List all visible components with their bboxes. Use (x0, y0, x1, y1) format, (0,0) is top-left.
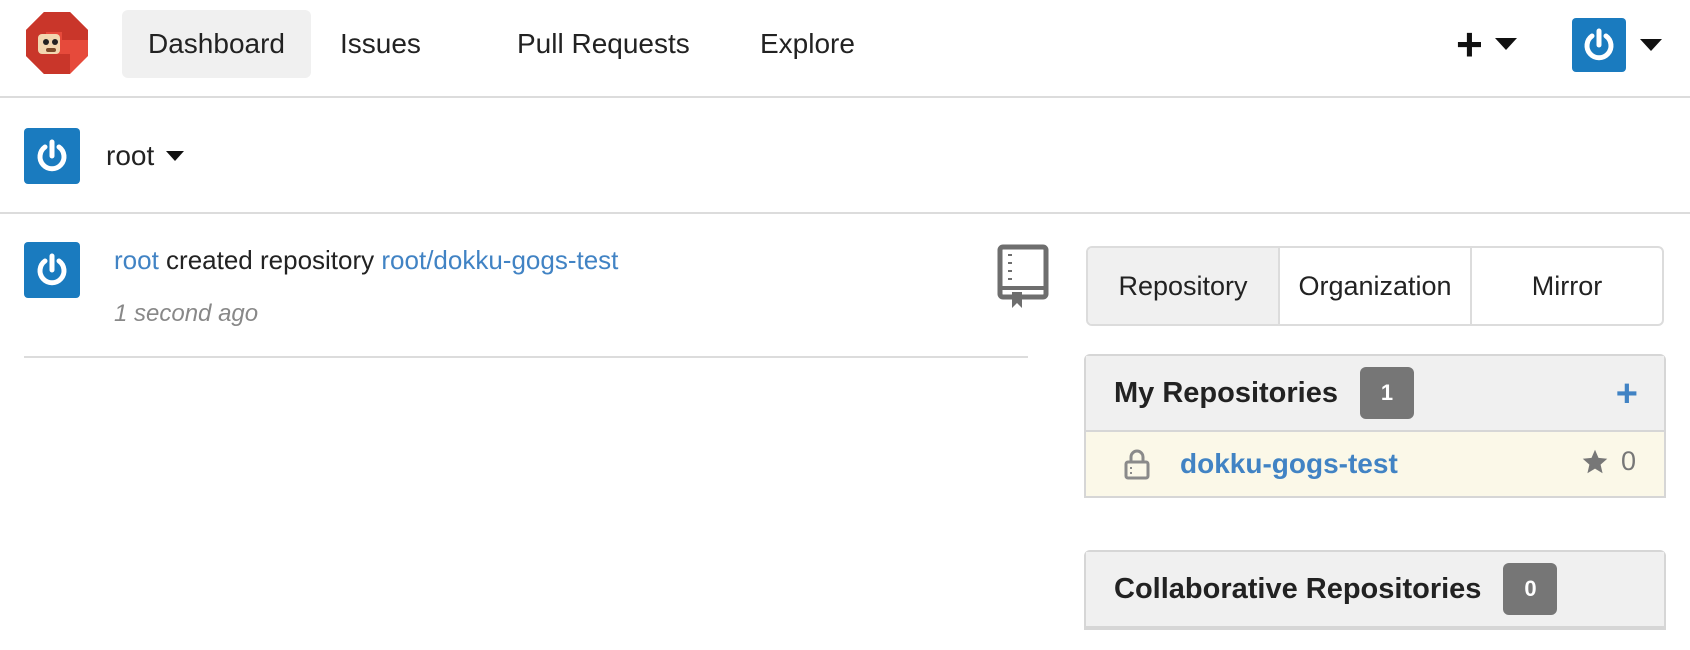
tab-organization[interactable]: Organization (1278, 248, 1470, 324)
panel-header: Collaborative Repositories 0 (1086, 552, 1664, 628)
repo-name-link[interactable]: dokku-gogs-test (1180, 448, 1398, 480)
context-switcher-dropdown[interactable]: root (106, 134, 185, 178)
gogs-logo-icon[interactable] (24, 10, 90, 76)
context-username: root (106, 140, 155, 171)
repo-star-count: 0 (1620, 446, 1636, 476)
nav-explore[interactable]: Explore (734, 10, 881, 78)
feed-actor-link[interactable]: root (114, 245, 159, 275)
feed-item: root created repository root/dokku-gogs-… (24, 240, 1049, 358)
star-icon (1582, 449, 1608, 473)
nav-dashboard[interactable]: Dashboard (122, 10, 311, 78)
nav-issues[interactable]: Issues (314, 10, 447, 78)
add-repository-icon[interactable]: + (1616, 374, 1638, 414)
repo-stars: 0 (1581, 446, 1636, 477)
feed-avatar-icon[interactable] (24, 242, 80, 298)
my-repositories-panel: My Repositories 1 + dokku-gogs-test 0 (1084, 354, 1666, 498)
context-avatar-icon (24, 128, 80, 184)
user-avatar-icon (1572, 18, 1626, 72)
feed-target-link[interactable]: root/dokku-gogs-test (381, 245, 618, 275)
panel-title: My Repositories (1114, 376, 1338, 409)
feed-title: root created repository root/dokku-gogs-… (114, 242, 618, 278)
panel-header: My Repositories 1 + (1086, 356, 1664, 432)
feed-action-text: created repository (166, 245, 375, 275)
panel-title: Collaborative Repositories (1114, 572, 1482, 605)
repo-book-icon (996, 244, 1050, 310)
caret-down-icon (1640, 39, 1662, 51)
repo-list-item[interactable]: dokku-gogs-test 0 (1086, 432, 1664, 496)
lock-icon (1124, 448, 1150, 480)
create-type-tabs: Repository Organization Mirror (1086, 246, 1664, 326)
feed-timestamp: 1 second ago (114, 300, 259, 327)
repo-count-badge: 1 (1360, 367, 1414, 419)
plus-icon: + (1456, 18, 1483, 70)
tab-repository[interactable]: Repository (1088, 248, 1278, 324)
caret-down-icon (166, 151, 185, 161)
create-new-dropdown[interactable]: + (1456, 18, 1517, 70)
collaborative-repositories-panel: Collaborative Repositories 0 (1084, 550, 1666, 630)
nav-pull-requests[interactable]: Pull Requests (491, 10, 716, 78)
user-menu-dropdown[interactable] (1572, 18, 1662, 72)
tab-mirror[interactable]: Mirror (1470, 248, 1662, 324)
caret-down-icon (1494, 38, 1517, 50)
collab-count-badge: 0 (1503, 563, 1558, 615)
context-bar: root (0, 100, 1690, 214)
top-navbar: Dashboard Issues Pull Requests Explore + (0, 0, 1690, 98)
